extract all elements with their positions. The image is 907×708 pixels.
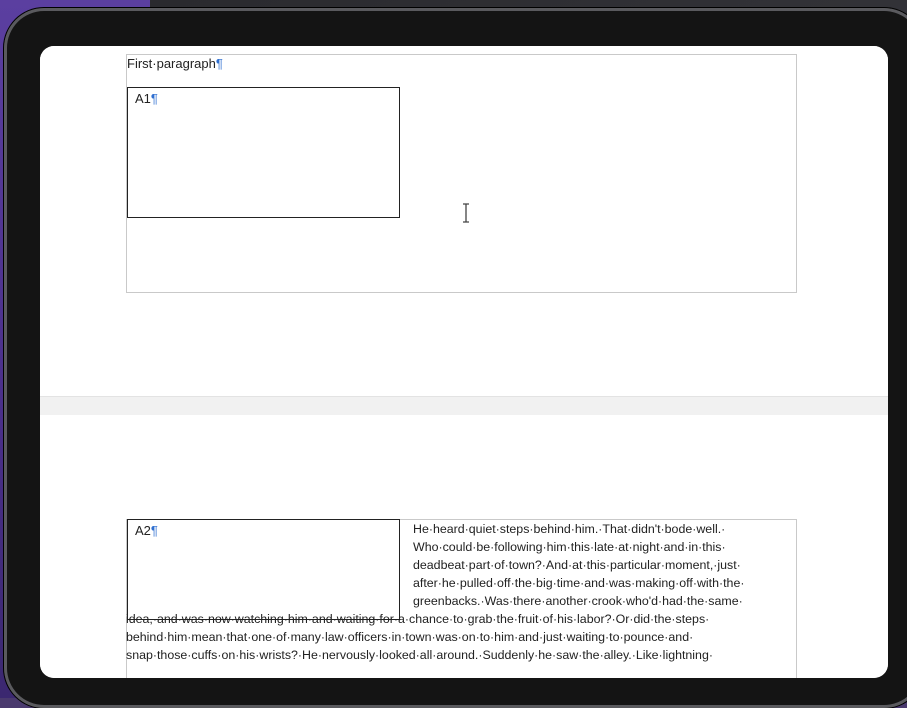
body-text-line[interactable]: He·heard·quiet·steps·behind·him.·That·di… (413, 520, 725, 538)
pilcrow-mark: ¶ (150, 91, 158, 106)
pilcrow-mark: ¶ (215, 56, 223, 71)
text-box-a2-text: A2 (135, 523, 151, 538)
document-page-1[interactable]: First·paragraph¶ A1¶ (40, 46, 888, 396)
body-text-line[interactable]: snap·those·cuffs·on·his·wrists?·He·nervo… (126, 646, 713, 664)
pilcrow-mark: ¶ (150, 523, 158, 538)
document-viewport[interactable]: First·paragraph¶ A1¶ A2¶ He·heard·quiet·… (40, 46, 888, 678)
first-paragraph-text: First·paragraph (127, 56, 216, 71)
text-cursor-icon (463, 203, 469, 223)
text-box-a2-label: A2¶ (135, 523, 158, 538)
body-text-line[interactable]: Who·could·be·following·him·this·late·at·… (413, 538, 726, 556)
body-text-line[interactable]: idea,·and·was·now·watching·him·and·waiti… (126, 610, 709, 628)
text-box-a2[interactable]: A2¶ (127, 519, 400, 620)
body-text-line[interactable]: behind·him·mean·that·one·of·many·law·off… (126, 628, 693, 646)
text-box-a1-text: A1 (135, 91, 151, 106)
text-box-a1[interactable]: A1¶ (127, 87, 400, 218)
first-paragraph[interactable]: First·paragraph¶ (127, 56, 223, 72)
text-box-a1-label: A1¶ (135, 91, 158, 106)
tablet-frame: First·paragraph¶ A1¶ A2¶ He·heard·quiet·… (4, 8, 907, 708)
body-text-line[interactable]: deadbeat·part·of·town?·And·at·this·parti… (413, 556, 741, 574)
page-separator (40, 396, 888, 416)
body-text-line[interactable]: after·he·pulled·off·the·big·time·and·was… (413, 574, 744, 592)
body-text-line[interactable]: greenbacks.·Was·there·another·crook·who'… (413, 592, 743, 610)
